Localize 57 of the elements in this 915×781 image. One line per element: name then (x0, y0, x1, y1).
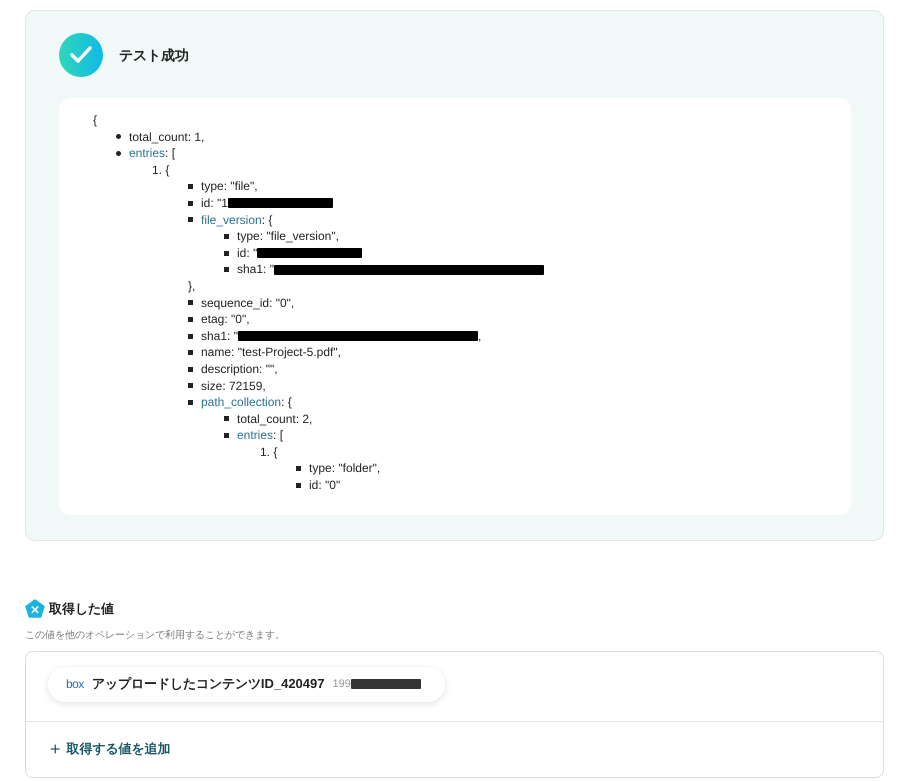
json-line: }, (188, 278, 196, 295)
bullet-icon (224, 416, 229, 422)
bullet-icon (188, 316, 193, 322)
json-line: description: "", (201, 360, 278, 378)
json-line: etag: "0", (201, 311, 250, 328)
json-line: type: "folder", (309, 460, 380, 478)
chip-value: 199 (332, 676, 351, 692)
bullet-icon (188, 400, 193, 405)
json-line: entries: [ (129, 145, 176, 162)
json-line: sha1: " (201, 328, 238, 344)
pentagon-x-icon (25, 599, 45, 619)
bullet-icon (188, 334, 193, 339)
json-line: 1. { (152, 162, 170, 178)
json-line: , (478, 328, 482, 344)
bullet-icon (224, 267, 229, 272)
section-title: 取得した値 (49, 600, 114, 618)
json-line: sha1: " (237, 261, 274, 278)
bullet-icon (188, 383, 193, 388)
json-line: type: "file", (201, 178, 258, 195)
bullet-icon (224, 234, 229, 239)
json-line: 1. { (260, 444, 278, 460)
json-key-link[interactable]: file_version (201, 212, 262, 227)
chip-label: アップロードしたコンテンツID_420497 (92, 675, 324, 693)
json-line: path_collection: { (201, 394, 292, 411)
bullet-icon (188, 300, 193, 306)
bullet-icon (116, 150, 121, 156)
bullet-icon (188, 366, 193, 372)
bullet-icon (188, 217, 193, 222)
json-line: sequence_id: "0", (201, 294, 294, 312)
plus-icon: + (50, 736, 61, 762)
json-line: type: "file_version", (237, 228, 339, 245)
section-description: この値を他のオペレーションで利用することができます。 (25, 628, 286, 643)
bullet-icon (224, 433, 229, 438)
bullet-icon (296, 466, 301, 472)
app-logo: box (66, 676, 84, 693)
json-line: { (93, 112, 98, 129)
json-key-link[interactable]: path_collection (201, 395, 282, 410)
json-line: id: " (237, 244, 258, 262)
value-chip[interactable]: box アップロードしたコンテンツID_420497 199 (48, 667, 445, 702)
bullet-icon (224, 250, 229, 256)
bullet-icon (188, 200, 193, 206)
bullet-icon (188, 350, 193, 356)
bullet-icon (116, 134, 121, 140)
json-key-link[interactable]: entries (237, 428, 274, 442)
add-value-button[interactable]: + 取得する値を追加 (50, 736, 171, 762)
json-line: total_count: 2, (237, 410, 312, 428)
json-line: id: "1 (201, 194, 228, 212)
bullet-icon (296, 482, 301, 488)
result-title: テスト成功 (119, 46, 189, 64)
bullet-icon (188, 184, 193, 190)
json-line: size: 72159, (201, 378, 266, 394)
json-line: entries: [ (237, 427, 284, 444)
json-line: total_count: 1, (129, 128, 204, 146)
json-key-link[interactable]: entries (129, 146, 166, 160)
json-line: name: "test-Project-5.pdf", (201, 344, 341, 361)
json-line: id: "0" (309, 477, 340, 494)
json-line: file_version: { (201, 212, 272, 228)
